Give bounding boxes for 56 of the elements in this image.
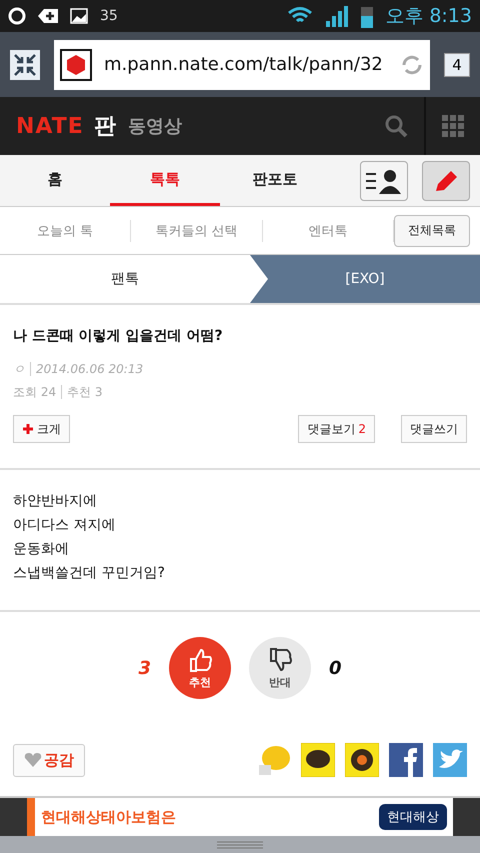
- subcategory-link[interactable]: [EXO]: [250, 255, 480, 303]
- thumbs-down-icon: [267, 646, 293, 672]
- view-count: 조회 24: [13, 385, 56, 399]
- twitter-icon[interactable]: [433, 743, 467, 777]
- grid-menu-icon[interactable]: [442, 115, 464, 137]
- oppose-button[interactable]: 반대: [249, 637, 311, 699]
- tab-count-button[interactable]: 4: [444, 52, 470, 76]
- drag-handle-icon[interactable]: [217, 840, 263, 848]
- down-count: 0: [329, 658, 342, 678]
- site-icon: [60, 48, 92, 80]
- ad-banner[interactable]: 현대해상태아보험은 현대해상: [27, 798, 453, 836]
- url-text: m.pann.nate.com/talk/pann/32: [104, 54, 384, 75]
- up-count: 3: [138, 658, 151, 678]
- facebook-icon[interactable]: [389, 743, 423, 777]
- notification-count: 35: [100, 8, 118, 24]
- heart-icon: [24, 752, 42, 768]
- post-date: 2014.06.06 20:13: [30, 362, 144, 376]
- write-button[interactable]: [422, 160, 470, 200]
- signal-icon: [325, 5, 350, 27]
- recommend-button[interactable]: 추천: [169, 637, 231, 699]
- camera-lens-icon[interactable]: [345, 743, 379, 777]
- battery-icon: [361, 4, 374, 28]
- thumbs-up-icon: [187, 646, 213, 672]
- body-line: 아디다스 져지에: [13, 516, 116, 534]
- video-link[interactable]: 동영상: [128, 114, 368, 138]
- collapse-icon[interactable]: [10, 50, 40, 80]
- post-title: 나 드콘때 이렇게 입을건데 어떰?: [13, 327, 224, 345]
- talk-bubble-icon[interactable]: [301, 743, 335, 777]
- section-title: 판: [94, 113, 116, 141]
- nav-tab[interactable]: 홈: [0, 155, 110, 206]
- author: ㅇ: [13, 362, 25, 376]
- image-icon: [70, 8, 88, 24]
- full-list-button[interactable]: 전체목록: [394, 214, 470, 246]
- url-field[interactable]: m.pann.nate.com/talk/pann/32: [54, 40, 430, 90]
- nav-tab[interactable]: 톡톡: [110, 155, 220, 206]
- plus-icon: [22, 423, 34, 435]
- enlarge-button[interactable]: 크게: [13, 415, 70, 443]
- body-line: 하얀반바지에: [13, 492, 98, 510]
- view-comments-button[interactable]: 댓글보기 2: [298, 415, 375, 443]
- sub-nav-link[interactable]: 오늘의 톡: [0, 220, 132, 242]
- plus-icon: [38, 8, 58, 24]
- ad-badge: 현대해상: [379, 804, 447, 830]
- body-line: 스냅백쓸건데 꾸민거임?: [13, 564, 166, 582]
- sub-nav-link[interactable]: 톡커들의 선택: [131, 220, 263, 242]
- write-comment-button[interactable]: 댓글쓰기: [401, 415, 467, 443]
- recommend-count: 추천 3: [61, 385, 103, 399]
- ad-headline: 현대해상태아보험은: [41, 808, 176, 826]
- clock: 오후 8:13: [385, 4, 472, 29]
- logo[interactable]: NATE: [16, 114, 84, 138]
- app-icon: [8, 7, 26, 25]
- search-icon[interactable]: [384, 114, 408, 138]
- nav-tab[interactable]: 판포토: [220, 155, 330, 206]
- profile-button[interactable]: [360, 160, 408, 200]
- body-line: 운동화에: [13, 540, 70, 558]
- empathy-button[interactable]: 공감: [13, 744, 85, 776]
- user-list-icon: [366, 168, 402, 194]
